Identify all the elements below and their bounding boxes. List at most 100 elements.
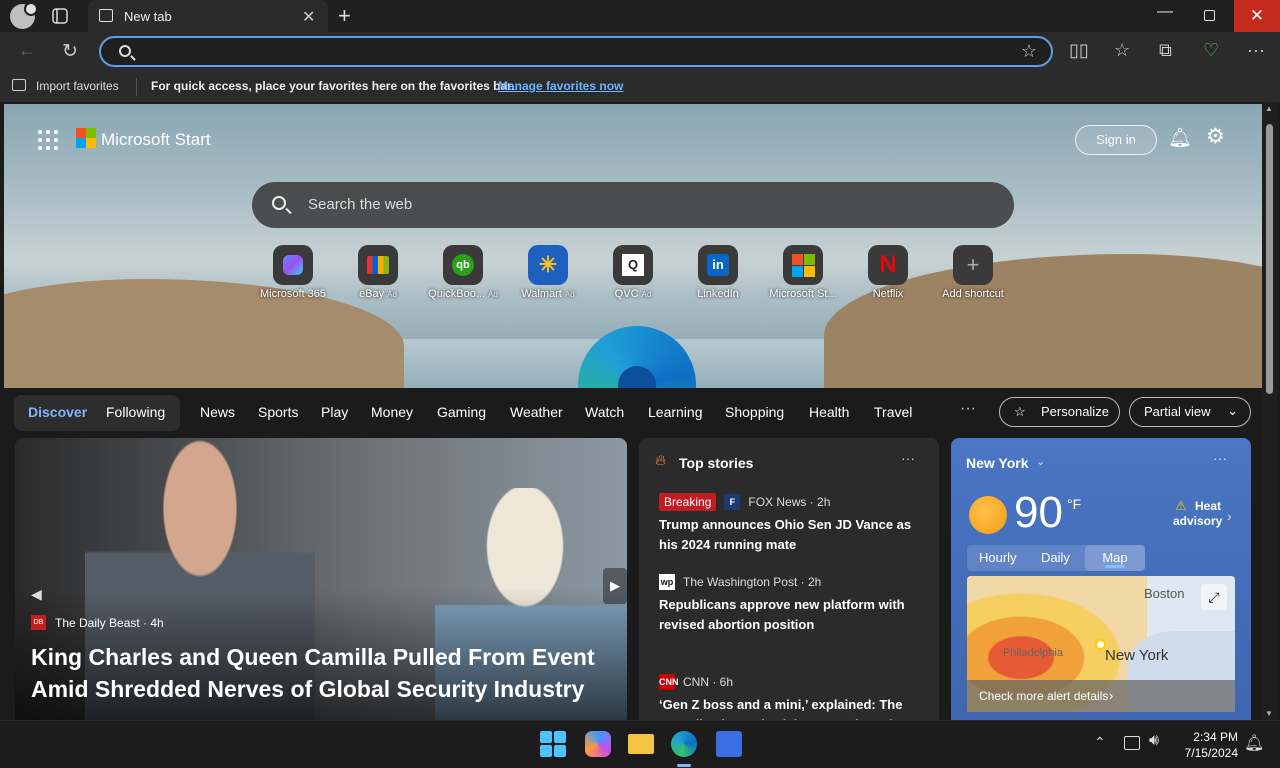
- personalize-button[interactable]: ☆ Personalize: [999, 397, 1120, 427]
- favorite-star-icon[interactable]: ☆: [1021, 41, 1037, 62]
- copilot-icon[interactable]: [585, 731, 611, 757]
- partial-view-dropdown[interactable]: Partial view ⌄: [1129, 397, 1251, 427]
- nav-money[interactable]: Money: [371, 404, 413, 420]
- close-window-button[interactable]: ✕: [1234, 0, 1280, 32]
- nav-play[interactable]: Play: [321, 404, 348, 420]
- shortcut-label: Microsoft St...: [769, 288, 837, 300]
- tab-close-icon[interactable]: ✕: [302, 7, 315, 27]
- address-bar[interactable]: ☆: [99, 36, 1053, 67]
- profile-avatar[interactable]: [10, 2, 38, 29]
- more-options-icon[interactable]: ···: [901, 450, 915, 466]
- shortcut-quickbooks[interactable]: qb QuickBoo... Ad: [418, 245, 508, 300]
- brand-title[interactable]: Microsoft Start: [101, 130, 211, 150]
- edge-taskbar-icon[interactable]: [671, 731, 697, 757]
- file-explorer-icon[interactable]: [628, 734, 654, 754]
- shortcut-qvc[interactable]: Q QVC Ad: [588, 245, 678, 300]
- story-item[interactable]: Breaking F FOX News · 2h Trump announces…: [659, 492, 923, 555]
- notification-icon[interactable]: 🔔︎: [1244, 733, 1264, 753]
- back-arrow-icon[interactable]: ←: [18, 40, 36, 61]
- feed-mode-toggle: Discover Following: [14, 395, 180, 431]
- weather-city[interactable]: New York: [966, 455, 1029, 471]
- collections-icon[interactable]: ⧉: [1159, 40, 1172, 61]
- nav-more-icon[interactable]: ···: [960, 400, 976, 418]
- qvc-icon: Q: [613, 245, 653, 285]
- scroll-up-arrow-icon[interactable]: ▲: [1265, 104, 1273, 113]
- weather-alert[interactable]: Heat advisory: [1173, 499, 1222, 529]
- clock[interactable]: 2:34 PM 7/15/2024: [1176, 729, 1238, 761]
- nav-sports[interactable]: Sports: [258, 404, 298, 420]
- scroll-thumb[interactable]: [1266, 124, 1273, 394]
- page-scrollbar[interactable]: ▲ ▼: [1263, 102, 1277, 720]
- washington-post-logo-icon: wp: [659, 574, 675, 590]
- volume-icon[interactable]: 🔊︎: [1149, 732, 1159, 750]
- microsoft-store-taskbar-icon[interactable]: [716, 731, 742, 757]
- nav-weather[interactable]: Weather: [510, 404, 563, 420]
- web-search-box[interactable]: Search the web: [252, 182, 1014, 228]
- shortcut-ebay[interactable]: eBay Ad: [333, 245, 423, 300]
- tab-following[interactable]: Following: [106, 404, 165, 420]
- import-favorites-button[interactable]: Import favorites: [36, 79, 119, 93]
- shortcut-add[interactable]: + Add shortcut: [928, 245, 1018, 300]
- more-options-icon[interactable]: ···: [1213, 450, 1227, 466]
- nav-gaming[interactable]: Gaming: [437, 404, 486, 420]
- shortcut-label: eBay: [359, 288, 385, 300]
- alert-details-bar[interactable]: Check more alert details ›: [967, 680, 1235, 712]
- more-menu-icon[interactable]: ···: [1247, 40, 1265, 61]
- split-screen-icon[interactable]: ▯▯: [1069, 40, 1089, 61]
- favorites-icon[interactable]: ☆: [1114, 40, 1130, 61]
- linkedin-icon: in: [698, 245, 738, 285]
- nav-health[interactable]: Health: [809, 404, 849, 420]
- scroll-down-arrow-icon[interactable]: ▼: [1265, 709, 1273, 718]
- favorites-bar-message: For quick access, place your favorites h…: [151, 79, 515, 93]
- tab-hourly[interactable]: Hourly: [979, 550, 1017, 565]
- app-launcher-icon[interactable]: [38, 130, 58, 150]
- windows-start-icon[interactable]: [540, 731, 566, 757]
- nav-watch[interactable]: Watch: [585, 404, 624, 420]
- nav-news[interactable]: News: [200, 404, 235, 420]
- ad-badge: Ad: [387, 290, 397, 299]
- tab-discover[interactable]: Discover: [28, 404, 87, 420]
- weather-card: New York ⌄ ··· 90 °F ⚠ Heat advisory › H…: [951, 438, 1251, 720]
- weather-map[interactable]: Boston Philadelphia New York ⤢ Check mor…: [967, 576, 1235, 712]
- carousel-prev-icon[interactable]: ◀: [31, 586, 42, 603]
- network-icon[interactable]: [1124, 736, 1140, 750]
- shortcut-microsoft-365[interactable]: Microsoft 365: [248, 245, 338, 300]
- browser-essentials-icon[interactable]: ♡: [1203, 40, 1219, 61]
- shortcut-linkedin[interactable]: in LinkedIn: [673, 245, 763, 300]
- fire-icon: 🔥︎: [655, 452, 667, 469]
- plus-icon: +: [953, 245, 993, 285]
- carousel-next-icon[interactable]: ▶: [603, 568, 627, 604]
- new-tab-plus-icon[interactable]: +: [338, 3, 351, 29]
- restore-icon[interactable]: [1204, 10, 1215, 21]
- sign-in-button[interactable]: Sign in: [1075, 125, 1157, 155]
- story-item[interactable]: CNN CNN · 6h ‘Gen Z boss and a mini,’ ex…: [659, 672, 923, 720]
- chevron-down-icon[interactable]: ⌄: [1036, 455, 1045, 468]
- shortcut-microsoft-store[interactable]: Microsoft St...: [758, 245, 848, 300]
- refresh-icon[interactable]: ↻: [62, 40, 78, 63]
- nav-learning[interactable]: Learning: [648, 404, 703, 420]
- chevron-up-icon[interactable]: ⌃: [1094, 734, 1106, 751]
- tab-daily[interactable]: Daily: [1041, 550, 1070, 565]
- settings-gear-icon[interactable]: ⚙: [1206, 124, 1225, 149]
- temperature-unit[interactable]: °F: [1067, 496, 1081, 512]
- alert-details-link[interactable]: Check more alert details: [979, 689, 1108, 703]
- minimize-icon[interactable]: —: [1157, 3, 1173, 21]
- nav-shopping[interactable]: Shopping: [725, 404, 784, 420]
- shortcut-walmart[interactable]: ✳ Walmart Ad: [503, 245, 593, 300]
- shortcut-label: LinkedIn: [697, 288, 739, 300]
- tab-new-tab[interactable]: New tab ✕: [88, 0, 328, 32]
- browser-window: New tab ✕ + — ✕ ← ↻ ☆ ▯▯ ☆ ⧉ ♡ ··· Impor…: [0, 0, 1280, 768]
- story-item[interactable]: wp The Washington Post · 2h Republicans …: [659, 572, 923, 635]
- feature-story-card[interactable]: ◀ ▶ DB The Daily Beast · 4h King Charles…: [15, 438, 627, 720]
- manage-favorites-link[interactable]: Manage favorites now: [498, 79, 623, 93]
- nav-travel[interactable]: Travel: [874, 404, 912, 420]
- tab-actions-icon[interactable]: [46, 5, 74, 27]
- tab-map[interactable]: Map: [1085, 545, 1145, 571]
- shortcut-netflix[interactable]: N Netflix: [843, 245, 933, 300]
- expand-icon[interactable]: ⤢: [1201, 584, 1227, 610]
- story-source: The Daily Beast · 4h: [55, 616, 164, 630]
- chevron-right-icon[interactable]: ›: [1227, 508, 1232, 524]
- map-label-new-york: New York: [1105, 647, 1169, 664]
- story-headline[interactable]: King Charles and Queen Camilla Pulled Fr…: [31, 641, 611, 705]
- notifications-bell-icon[interactable]: 🔔︎: [1168, 126, 1192, 150]
